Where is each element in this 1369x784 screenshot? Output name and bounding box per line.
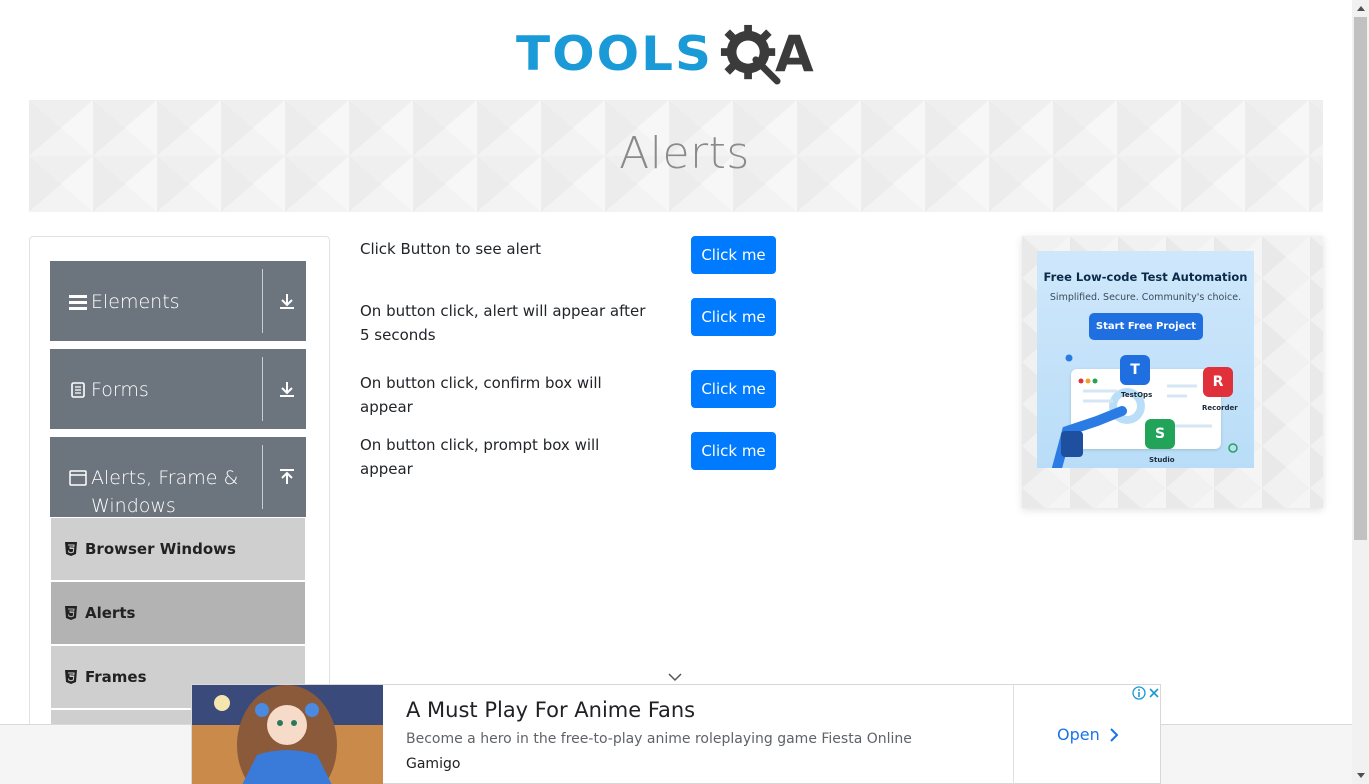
label-line-1: Alerts, Frame &: [91, 467, 239, 489]
prompt-row-label: On button click, prompt box will appear: [360, 436, 600, 478]
label-line-2: Windows: [91, 495, 176, 517]
hamburger-icon: [67, 288, 89, 316]
sidebar-group-forms[interactable]: Forms: [50, 349, 306, 429]
timer-alert-row-label: On button click, alert will appear after…: [360, 302, 646, 344]
alert-row-label: Click Button to see alert: [360, 240, 542, 258]
divider: [1013, 685, 1014, 784]
studio-badge: S: [1145, 419, 1175, 449]
sidebar-group-alerts-frame-windows[interactable]: Alerts, Frame & Windows: [50, 437, 306, 517]
sidebar-group-elements[interactable]: Elements: [50, 261, 306, 341]
sidebar-group-label: Forms: [91, 379, 149, 401]
download-arrow-icon[interactable]: [276, 349, 298, 429]
scrollbar-thumb[interactable]: [1354, 17, 1367, 540]
gear-magnifier-icon: [720, 24, 781, 85]
ad-anime-image: [192, 685, 383, 784]
bottom-ad[interactable]: A Must Play For Anime Fans Become a hero…: [191, 684, 1161, 784]
prompt-button[interactable]: Click me: [691, 432, 776, 470]
confirm-row-label: On button click, confirm box will appear: [360, 374, 602, 416]
divider: [262, 269, 263, 333]
download-arrow-icon[interactable]: [276, 261, 298, 341]
document-icon: [67, 376, 89, 404]
sidebar-item-label: Alerts: [85, 604, 136, 622]
recorder-label: Recorder: [1202, 404, 1238, 412]
ad-description: Become a hero in the free-to-play anime …: [406, 731, 912, 747]
confirm-button[interactable]: Click me: [691, 370, 776, 408]
sidebar-group-label: Alerts, Frame & Windows: [91, 464, 238, 520]
ad-open-label: Open: [1057, 725, 1100, 744]
sidebar-item-browser-windows[interactable]: Browser Windows: [51, 518, 305, 580]
ad-advertiser: Gamigo: [406, 756, 461, 772]
info-icon[interactable]: [1132, 686, 1146, 700]
divider: [262, 445, 263, 509]
sidebar-item-label: Browser Windows: [85, 540, 236, 558]
ad-headline[interactable]: A Must Play For Anime Fans: [406, 698, 695, 722]
logo-text: TOOLS: [516, 26, 713, 82]
html5-icon: [65, 670, 77, 684]
ad-open-button[interactable]: Open: [1057, 725, 1120, 744]
testops-label: TestOps: [1121, 391, 1153, 399]
recorder-badge: R: [1203, 367, 1233, 397]
logo-text-a: A: [775, 25, 814, 83]
sidebar-item-label: Frames: [85, 668, 147, 686]
alert-button[interactable]: Click me: [691, 236, 776, 274]
testops-badge: T: [1120, 355, 1150, 385]
chevron-down-icon[interactable]: [668, 672, 682, 682]
browser-window-icon: [67, 464, 89, 492]
timer-alert-button[interactable]: Click me: [691, 298, 776, 336]
toolsqa-logo[interactable]: TOOLS A: [516, 16, 842, 92]
close-icon[interactable]: [1147, 686, 1161, 700]
page-title: Alerts: [619, 128, 750, 179]
html5-icon: [65, 542, 77, 556]
upload-arrow-icon[interactable]: [276, 437, 298, 517]
side-ad[interactable]: Free Low-code Test Automation Simplified…: [1037, 251, 1254, 468]
scroll-down-arrow-icon[interactable]: [1352, 767, 1369, 784]
sidebar-item-alerts[interactable]: Alerts: [51, 582, 305, 644]
html5-icon: [65, 606, 77, 620]
scroll-up-arrow-icon[interactable]: [1352, 0, 1369, 17]
sidebar-group-label: Elements: [91, 291, 180, 313]
divider: [262, 357, 263, 421]
chevron-right-icon: [1110, 727, 1119, 742]
studio-label: Studio: [1149, 456, 1175, 464]
